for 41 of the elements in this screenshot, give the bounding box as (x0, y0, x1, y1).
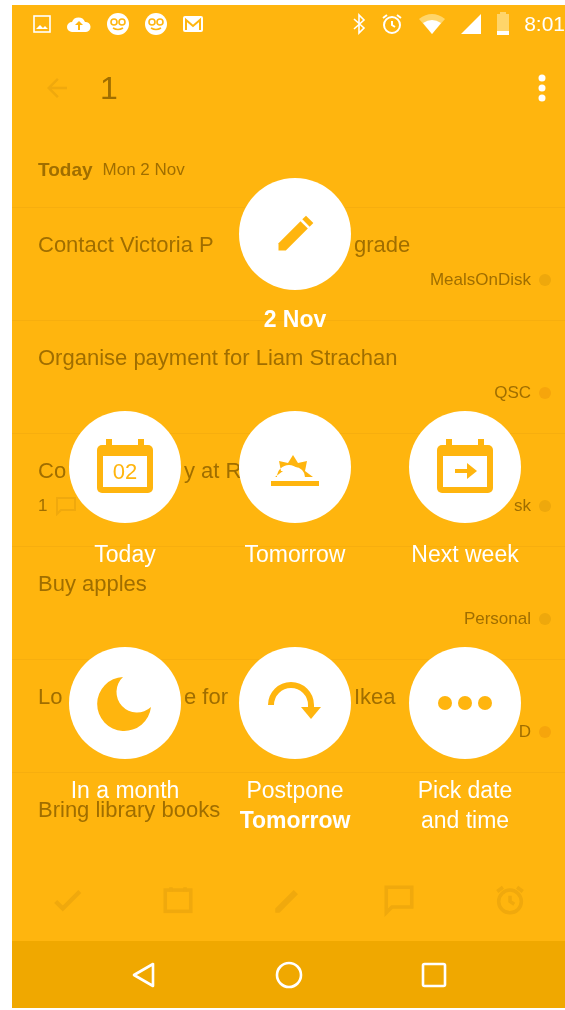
task-title[interactable]: Co (38, 456, 67, 486)
home-icon[interactable] (273, 959, 304, 990)
list-title: 1 (100, 69, 118, 107)
comment-count: 1 (38, 496, 48, 516)
section-date: Mon 2 Nov (102, 160, 185, 180)
option-label: Pick date (417, 776, 513, 805)
current-date: 2 Nov (263, 306, 327, 333)
comment-icon (55, 496, 78, 516)
face-icon (144, 12, 168, 36)
option-label: Tomorrow (239, 806, 351, 835)
calendar-day-number: 02 (111, 457, 139, 486)
image-icon (32, 14, 52, 34)
wifi-icon (418, 13, 447, 35)
mail-icon (182, 14, 204, 34)
task-title[interactable]: Lo (38, 682, 63, 712)
face-icon (106, 12, 130, 36)
task-title[interactable]: Contact Victoria P (38, 230, 214, 260)
project-tag: MealsOnDisk (429, 270, 531, 290)
option-label: and time (420, 806, 510, 835)
task-title[interactable]: e for (184, 682, 229, 712)
option-label: Tomorrow (244, 540, 346, 569)
task-title[interactable]: Ikea (354, 682, 396, 712)
signal-icon (460, 13, 483, 35)
clock-time: 8:01 (524, 12, 565, 36)
project-tag: sk (514, 496, 531, 516)
battery-icon (496, 12, 511, 36)
option-label: Postpone (246, 776, 344, 805)
schedule-option-button[interactable]: 02 (69, 411, 181, 523)
more-options-icon[interactable] (537, 73, 547, 103)
project-tag: D (518, 722, 531, 742)
task-title[interactable]: grade (354, 230, 411, 260)
recents-icon[interactable] (420, 961, 447, 988)
task-title[interactable]: Buy apples (38, 569, 147, 599)
project-tag: QSC (494, 383, 531, 403)
bluetooth-icon (352, 13, 367, 35)
section-label: Today (38, 159, 93, 181)
option-label: Today (94, 540, 156, 569)
project-tag: Personal (463, 609, 531, 629)
back-icon[interactable] (130, 960, 157, 989)
option-label: Next week (411, 540, 519, 569)
task-title[interactable]: Organise payment for Liam Strachan (38, 343, 398, 373)
